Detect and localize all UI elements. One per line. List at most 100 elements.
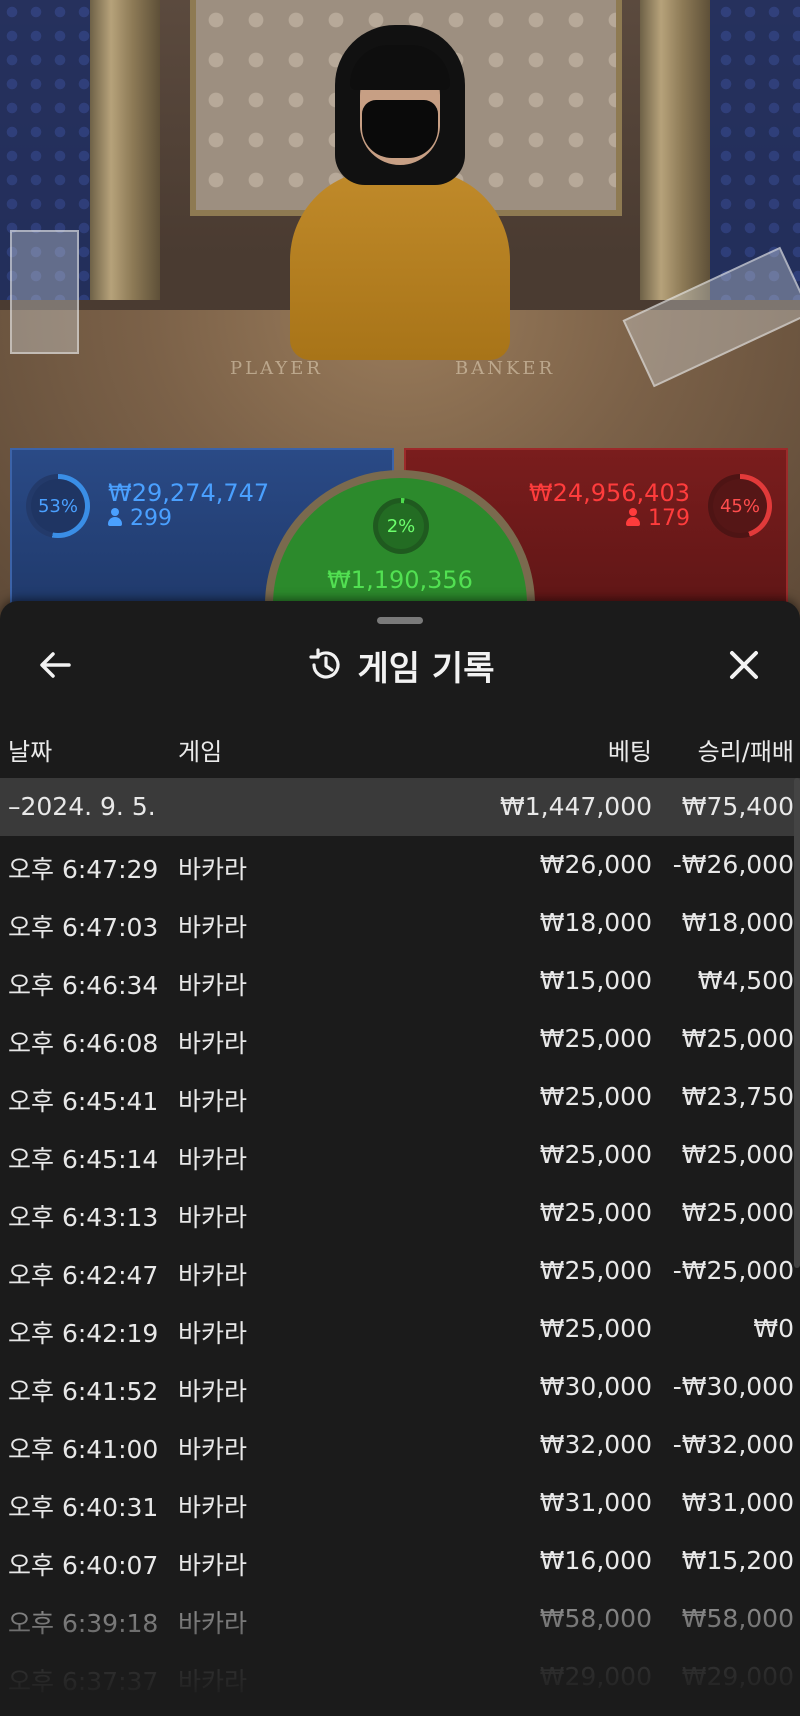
row-result: ₩0 [753, 1314, 794, 1343]
table-label-player: PLAYER [230, 358, 323, 379]
close-icon [730, 651, 758, 679]
row-time: 오후 6:45:14 [8, 1145, 159, 1174]
row-time: 오후 6:46:34 [8, 971, 159, 1000]
banker-bet-amount: ₩24,956,403 [528, 479, 690, 507]
row-time: 오후 6:43:13 [8, 1203, 159, 1232]
row-bet: ₩25,000 [539, 1140, 652, 1169]
row-bet: ₩15,000 [539, 966, 652, 995]
pillar-left [90, 0, 160, 300]
date-group-row[interactable]: –2024. 9. 5. ₩1,447,000 ₩75,400 [0, 778, 800, 836]
row-time: 오후 6:41:52 [8, 1377, 159, 1406]
history-row[interactable]: 오후 6:40:31 바카라 ₩31,000 ₩31,000 [0, 1474, 800, 1532]
history-row[interactable]: 오후 6:41:00 바카라 ₩32,000 -₩32,000 [0, 1416, 800, 1474]
history-row[interactable]: 오후 6:45:14 바카라 ₩25,000 ₩25,000 [0, 1126, 800, 1184]
row-game: 바카라 [178, 1551, 248, 1580]
row-time: 오후 6:41:00 [8, 1435, 159, 1464]
sheet-drag-handle[interactable] [377, 617, 423, 624]
row-result: ₩31,000 [681, 1488, 794, 1517]
row-result: -₩26,000 [672, 850, 794, 879]
row-bet: ₩25,000 [539, 1198, 652, 1227]
row-time: 오후 6:40:07 [8, 1551, 159, 1580]
row-result: ₩58,000 [681, 1604, 794, 1633]
row-time: 오후 6:42:47 [8, 1261, 159, 1290]
history-list: –2024. 9. 5. ₩1,447,000 ₩75,400 오후 6:47:… [0, 778, 800, 1706]
row-time: 오후 6:47:03 [8, 913, 159, 942]
row-result: ₩4,500 [697, 966, 794, 995]
row-game: 바카라 [178, 1261, 248, 1290]
row-time: 오후 6:47:29 [8, 855, 159, 884]
row-bet: ₩25,000 [539, 1314, 652, 1343]
row-bet: ₩30,000 [539, 1372, 652, 1401]
row-game: 바카라 [178, 1435, 248, 1464]
banker-bettor-count: 179 [626, 506, 690, 531]
row-result: -₩30,000 [672, 1372, 794, 1401]
history-row[interactable]: 오후 6:40:07 바카라 ₩16,000 ₩15,200 [0, 1532, 800, 1590]
history-row[interactable]: 오후 6:42:19 바카라 ₩25,000 ₩0 [0, 1300, 800, 1358]
row-result: ₩23,750 [681, 1082, 794, 1111]
pillar-right [640, 0, 710, 300]
column-header-date[interactable]: 날짜 [8, 732, 52, 767]
scrollbar[interactable] [794, 778, 800, 1268]
row-result: ₩25,000 [681, 1198, 794, 1227]
tie-percent: 2% [386, 515, 416, 537]
row-time: 오후 6:42:19 [8, 1319, 159, 1348]
player-bettor-count: 299 [108, 506, 172, 531]
row-bet: ₩26,000 [539, 850, 652, 879]
sheet-header: 게임 기록 [0, 643, 800, 689]
row-game: 바카라 [178, 913, 248, 942]
person-icon [626, 508, 640, 526]
row-time: 오후 6:40:31 [8, 1493, 159, 1522]
game-history-sheet: 게임 기록 날짜 게임 베팅 승리/패배 –2024. 9. 5. ₩1,447… [0, 601, 800, 1716]
row-bet: ₩25,000 [539, 1082, 652, 1111]
history-row[interactable]: 오후 6:39:18 바카라 ₩58,000 ₩58,000 [0, 1590, 800, 1648]
sheet-title: 게임 기록 [357, 648, 495, 689]
row-result: ₩15,200 [681, 1546, 794, 1575]
history-row[interactable]: 오후 6:42:47 바카라 ₩25,000 -₩25,000 [0, 1242, 800, 1300]
table-label-banker: BANKER [455, 358, 556, 379]
row-bet: ₩25,000 [539, 1024, 652, 1053]
row-time: 오후 6:45:41 [8, 1087, 159, 1116]
history-row[interactable]: 오후 6:37:37 바카라 ₩29,000 ₩29,000 [0, 1648, 800, 1706]
row-result: ₩25,000 [681, 1024, 794, 1053]
row-time: 오후 6:39:18 [8, 1609, 159, 1638]
row-game: 바카라 [178, 855, 248, 884]
close-button[interactable] [722, 643, 766, 687]
row-game: 바카라 [178, 1145, 248, 1174]
history-row[interactable]: 오후 6:41:52 바카라 ₩30,000 -₩30,000 [0, 1358, 800, 1416]
column-header-game[interactable]: 게임 [178, 732, 222, 767]
column-header-result[interactable]: 승리/패배 [698, 732, 794, 767]
row-game: 바카라 [178, 971, 248, 1000]
row-bet: ₩58,000 [539, 1604, 652, 1633]
person-icon [108, 508, 122, 526]
player-percent-ring: 53% [26, 474, 90, 538]
player-percent: 53% [37, 495, 78, 517]
player-bet-amount: ₩29,274,747 [108, 479, 270, 507]
row-time: 오후 6:46:08 [8, 1029, 159, 1058]
row-game: 바카라 [178, 1319, 248, 1348]
row-bet: ₩29,000 [539, 1662, 652, 1691]
row-bet: ₩25,000 [539, 1256, 652, 1285]
date-group-bet-total: ₩1,447,000 [500, 792, 652, 821]
date-group-result-total: ₩75,400 [681, 792, 794, 821]
history-row[interactable]: 오후 6:45:41 바카라 ₩25,000 ₩23,750 [0, 1068, 800, 1126]
row-game: 바카라 [178, 1029, 248, 1058]
row-game: 바카라 [178, 1493, 248, 1522]
row-result: ₩25,000 [681, 1140, 794, 1169]
tie-bet-amount: ₩1,190,356 [327, 566, 473, 594]
row-game: 바카라 [178, 1377, 248, 1406]
row-game: 바카라 [178, 1087, 248, 1116]
banker-percent: 45% [719, 495, 760, 517]
row-result: ₩18,000 [681, 908, 794, 937]
history-row[interactable]: 오후 6:43:13 바카라 ₩25,000 ₩25,000 [0, 1184, 800, 1242]
row-game: 바카라 [178, 1203, 248, 1232]
history-row[interactable]: 오후 6:46:34 바카라 ₩15,000 ₩4,500 [0, 952, 800, 1010]
history-row[interactable]: 오후 6:47:03 바카라 ₩18,000 ₩18,000 [0, 894, 800, 952]
history-row[interactable]: 오후 6:46:08 바카라 ₩25,000 ₩25,000 [0, 1010, 800, 1068]
history-icon [308, 648, 340, 679]
banker-percent-ring: 45% [708, 474, 772, 538]
row-game: 바카라 [178, 1609, 248, 1638]
row-bet: ₩31,000 [539, 1488, 652, 1517]
history-row[interactable]: 오후 6:47:29 바카라 ₩26,000 -₩26,000 [0, 836, 800, 894]
row-result: ₩29,000 [681, 1662, 794, 1691]
column-header-bet[interactable]: 베팅 [608, 732, 652, 767]
